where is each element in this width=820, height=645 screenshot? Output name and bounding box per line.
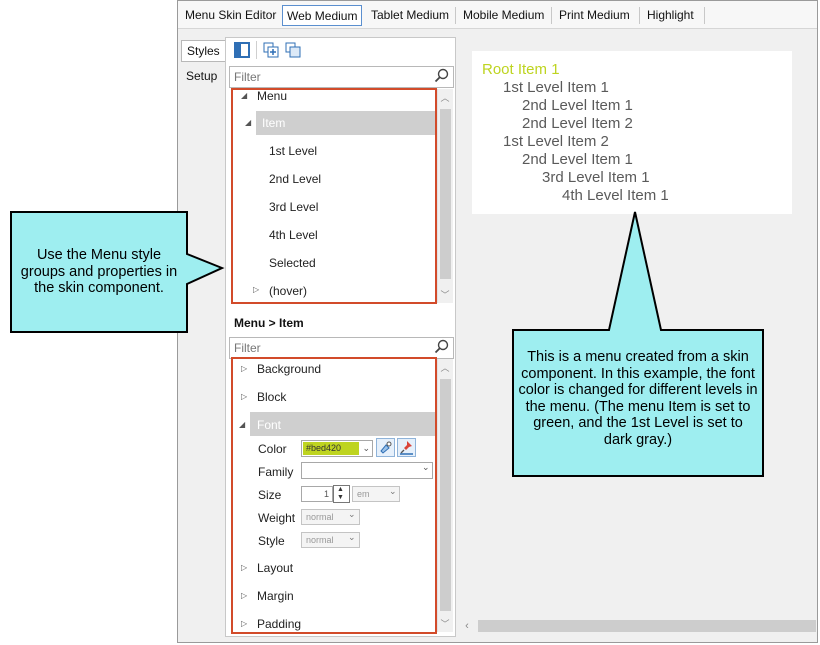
callout-shapes — [10, 211, 764, 477]
left-callout-text: Use the Menu style groups and properties… — [20, 247, 178, 296]
right-callout-text: This is a menu created from a skin compo… — [518, 349, 758, 448]
